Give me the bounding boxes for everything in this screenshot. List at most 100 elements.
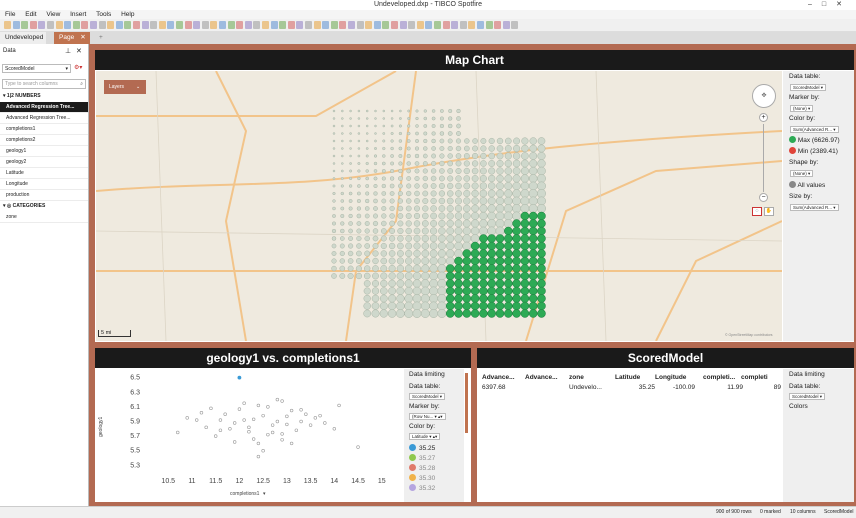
tab-page[interactable]: Page ✕ xyxy=(54,32,90,44)
toolbar-icon[interactable] xyxy=(124,21,132,29)
menu-tools[interactable]: Tools xyxy=(96,11,111,18)
toolbar-icon[interactable] xyxy=(193,21,201,29)
toolbar-icon[interactable] xyxy=(236,21,244,29)
data-table-select[interactable]: ScoredModel ▾ xyxy=(789,393,826,400)
column-header[interactable]: Latitude xyxy=(615,374,655,381)
toolbar-icon[interactable] xyxy=(279,21,287,29)
toolbar-icon[interactable] xyxy=(425,21,433,29)
column-header[interactable]: Advance... xyxy=(525,374,565,381)
table-cell[interactable]: 35.25 xyxy=(615,384,655,391)
toolbar-icon[interactable] xyxy=(98,21,106,29)
data-table-select[interactable]: ScoredModel ▾ xyxy=(790,84,827,91)
table-cell[interactable]: 89 xyxy=(741,384,781,391)
column-header[interactable]: Advance... xyxy=(482,374,522,381)
toolbar-icon[interactable] xyxy=(64,21,72,29)
toolbar-icon[interactable] xyxy=(434,21,441,29)
column-item[interactable]: Advanced Regression Tree... xyxy=(0,102,88,113)
menu-view[interactable]: View xyxy=(46,11,60,18)
categories-header[interactable]: ▾ ◎ CATEGORIES xyxy=(3,203,45,209)
toolbar-icon[interactable] xyxy=(442,21,450,29)
toolbar-icon[interactable] xyxy=(38,21,46,29)
table-cell[interactable]: -100.09 xyxy=(655,384,695,391)
toolbar-icon[interactable] xyxy=(4,21,11,29)
toolbar-icon[interactable] xyxy=(81,21,89,29)
column-item[interactable]: completions1 xyxy=(0,124,88,135)
toolbar-icon[interactable] xyxy=(244,21,252,29)
data-table[interactable]: Advance... Advance... zone Latitude Longitud… xyxy=(479,372,781,500)
toolbar-icon[interactable] xyxy=(399,21,407,29)
marker-by-select[interactable]: (Row Nu... ▾ ▴▾ xyxy=(409,413,446,420)
toolbar-icon[interactable] xyxy=(511,21,519,29)
table-cell[interactable]: 6397.68 xyxy=(482,384,522,391)
toolbar-icon[interactable] xyxy=(313,21,321,29)
toolbar-icon[interactable] xyxy=(270,21,278,29)
column-item[interactable]: production xyxy=(0,190,88,201)
column-header[interactable]: completi... xyxy=(703,374,743,381)
toolbar-icon[interactable] xyxy=(47,21,54,29)
column-item[interactable]: Latitude xyxy=(0,168,88,179)
toolbar-icon[interactable] xyxy=(210,21,218,29)
table-cell[interactable]: Undevelo... xyxy=(569,384,609,391)
toolbar-icon[interactable] xyxy=(322,21,330,29)
toolbar-icon[interactable] xyxy=(416,21,424,29)
toolbar-icon[interactable] xyxy=(477,21,484,29)
toolbar-icon[interactable] xyxy=(201,21,209,29)
toolbar-icon[interactable] xyxy=(287,21,295,29)
column-header[interactable]: zone xyxy=(569,374,609,381)
zoom-in-button[interactable]: + xyxy=(759,113,768,122)
close-icon[interactable]: ✕ xyxy=(80,34,85,41)
toolbar-icon[interactable] xyxy=(72,21,80,29)
column-item[interactable]: Advanced Regression Tree... xyxy=(0,113,88,124)
numbers-header[interactable]: ▾ 1|2 NUMBERS xyxy=(3,93,41,99)
lasso-icon[interactable]: ◌ xyxy=(752,207,762,216)
settings-icon[interactable]: ⚙▾ xyxy=(74,64,82,71)
toolbar-icon[interactable] xyxy=(373,21,381,29)
column-header[interactable]: Longitude xyxy=(655,374,695,381)
layers-button[interactable]: Layers ⌄ xyxy=(104,80,146,94)
color-by-select[interactable]: Latitude ▾ ▴▾ xyxy=(409,433,441,440)
toolbar-icon[interactable] xyxy=(468,21,476,29)
menu-insert[interactable]: Insert xyxy=(70,11,86,18)
scrollbar[interactable] xyxy=(465,373,468,433)
toolbar-icon[interactable] xyxy=(382,21,390,29)
toolbar-icon[interactable] xyxy=(296,21,304,29)
toolbar-icon[interactable] xyxy=(459,21,467,29)
toolbar-icon[interactable] xyxy=(262,21,269,29)
pin-icon[interactable]: ⊥ xyxy=(65,47,71,55)
toolbar-icon[interactable] xyxy=(21,21,29,29)
toolbar-icon[interactable] xyxy=(55,21,63,29)
toolbar-icon[interactable] xyxy=(502,21,510,29)
map-canvas[interactable] xyxy=(96,71,782,341)
toolbar-icon[interactable] xyxy=(29,21,37,29)
shape-by-select[interactable]: (None) ▾ xyxy=(790,170,814,177)
toolbar-icon[interactable] xyxy=(150,21,158,29)
column-item[interactable]: Longitude xyxy=(0,179,88,190)
column-item[interactable]: geology2 xyxy=(0,157,88,168)
column-item[interactable]: completions2 xyxy=(0,135,88,146)
window-controls[interactable]: –□✕ xyxy=(808,0,852,10)
data-table-select[interactable]: ScoredModel ▾ xyxy=(409,393,446,400)
add-page-icon[interactable]: + xyxy=(94,32,108,44)
menu-edit[interactable]: Edit xyxy=(25,11,36,18)
menu-file[interactable]: File xyxy=(5,11,15,18)
toolbar-icon[interactable] xyxy=(158,21,166,29)
toolbar-icon[interactable] xyxy=(330,21,338,29)
toolbar-icon[interactable] xyxy=(348,21,355,29)
toolbar-icon[interactable] xyxy=(133,21,140,29)
tab-undeveloped[interactable]: Undeveloped xyxy=(0,32,46,44)
marker-by-select[interactable]: (None) ▾ xyxy=(790,105,814,112)
toolbar-icon[interactable] xyxy=(253,21,261,29)
toolbar-icon[interactable] xyxy=(339,21,347,29)
toolbar-icon[interactable] xyxy=(107,21,115,29)
zoom-slider[interactable] xyxy=(763,124,764,192)
column-item[interactable]: geology1 xyxy=(0,146,88,157)
size-by-select[interactable]: Sum(Advanced R... ▾ xyxy=(790,204,839,211)
toolbar-icon[interactable] xyxy=(485,21,493,29)
menu-help[interactable]: Help xyxy=(121,11,134,18)
toolbar-icon[interactable] xyxy=(167,21,175,29)
toolbar-icon[interactable] xyxy=(408,21,416,29)
toolbar-icon[interactable] xyxy=(391,21,398,29)
color-by-select[interactable]: Sum(Advanced R... ▾ xyxy=(790,126,839,133)
toolbar-icon[interactable] xyxy=(305,21,312,29)
toolbar-icon[interactable] xyxy=(451,21,459,29)
